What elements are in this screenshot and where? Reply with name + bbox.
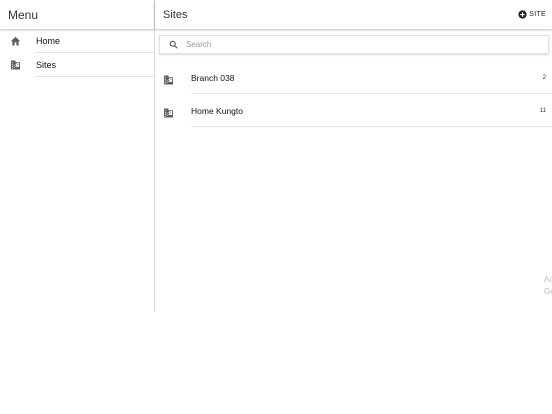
list-item[interactable]: Home Kungto 11 (155, 95, 552, 127)
main-header: Sites SITE (155, 0, 552, 29)
add-site-button[interactable]: SITE (518, 10, 546, 19)
building-icon (163, 72, 175, 85)
home-icon (9, 35, 21, 47)
building-icon (9, 59, 21, 71)
list-item[interactable]: Branch 038 2 (155, 62, 552, 94)
sidebar-item-home[interactable]: Home (0, 29, 154, 53)
corner-text-line: Go (544, 287, 552, 296)
divider (191, 93, 552, 94)
search-icon (160, 40, 186, 49)
corner-text: Ac Go (544, 274, 552, 298)
site-count: 2 (542, 75, 546, 81)
page-title: Sites (163, 8, 188, 21)
search-input[interactable] (186, 40, 548, 49)
search-bar (159, 35, 549, 54)
sidebar-title: Menu (8, 7, 39, 22)
sidebar-item-label: Sites (36, 53, 154, 77)
sidebar-header: Menu (0, 0, 154, 29)
sidebar-item-sites[interactable]: Sites (0, 53, 154, 77)
building-icon (163, 105, 175, 118)
corner-text-line: Ac (544, 275, 552, 284)
main-panel: Sites SITE Branch 038 2 Home Kungto 11 (155, 0, 552, 312)
site-count: 11 (539, 108, 546, 114)
site-name: Branch 038 (191, 73, 235, 83)
sidebar-item-label: Home (36, 29, 154, 53)
add-circle-icon (518, 10, 527, 19)
divider (191, 126, 552, 127)
sidebar: Menu Home Sites (0, 0, 155, 312)
site-name: Home Kungto (191, 106, 243, 116)
add-site-label: SITE (529, 11, 546, 18)
